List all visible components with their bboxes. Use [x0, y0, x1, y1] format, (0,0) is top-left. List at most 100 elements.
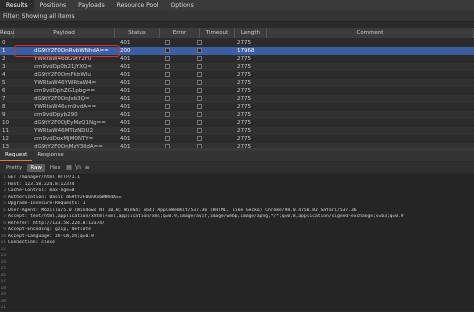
error-checkbox[interactable]: [165, 40, 170, 45]
table-row[interactable]: 6 cm9vdDphZG1pbg== 401 2775: [0, 87, 474, 95]
payload-cell: YWRtaW46cm9vdA==: [34, 104, 97, 110]
line-text: Referer: http://123.58.224.8:12374/: [8, 220, 105, 226]
error-checkbox[interactable]: [165, 120, 170, 125]
table-row[interactable]: 10 dG9tY2F0OjEyMzQ1Ng== 401 2775: [0, 119, 474, 127]
top-tab-bar: Results Positions Payloads Resource Pool Opt…: [0, 0, 474, 12]
error-checkbox[interactable]: [165, 88, 170, 93]
length-cell: 2775: [237, 128, 251, 134]
timeout-checkbox[interactable]: [197, 88, 202, 93]
line-text: User-Agent: Mozilla/5.0 (Windows NT 10.0…: [8, 207, 357, 213]
request-number: 2: [2, 56, 6, 62]
error-checkbox[interactable]: [165, 56, 170, 61]
request-number: 5: [2, 80, 6, 86]
request-editor[interactable]: 1 GET /manager/html HTTP/1.1 2 Host: 123.58…: [0, 174, 474, 311]
column-header-timeout[interactable]: Timeout: [200, 28, 235, 38]
table-row[interactable]: 8 YWRtaW46cm9vdA== 401 2775: [0, 103, 474, 111]
error-checkbox[interactable]: [165, 48, 170, 53]
length-cell: 2775: [237, 120, 251, 126]
column-header-payload[interactable]: Payload: [14, 28, 115, 38]
length-cell: 2775: [237, 40, 251, 46]
error-checkbox[interactable]: [165, 80, 170, 85]
line-text: GET /manager/html HTTP/1.1: [8, 175, 80, 180]
length-cell: 2775: [237, 136, 251, 142]
payload-cell: dG9tY2F0OnRvbWNhdA==: [34, 48, 109, 54]
column-header-request[interactable]: Request: [0, 28, 22, 38]
table-row[interactable]: 9 cm9vdDpyb290 401 2775: [0, 111, 474, 119]
payload-cell: YWRtaW46MTIzNDU2: [34, 128, 94, 134]
request-number: 6: [2, 88, 6, 94]
request-number: 10: [2, 120, 9, 126]
length-cell: 2775: [237, 104, 251, 110]
length-cell: 2775: [237, 72, 251, 78]
timeout-checkbox[interactable]: [197, 128, 202, 133]
table-row[interactable]: 2 YWRtaW46dG9tY2F0 401 2775: [0, 55, 474, 63]
render-icon[interactable]: ▤: [66, 164, 73, 171]
status-cell: 401: [120, 104, 131, 110]
view-hex-button[interactable]: Hex: [47, 164, 64, 172]
timeout-checkbox[interactable]: [197, 120, 202, 125]
view-raw-button[interactable]: Raw: [27, 163, 45, 172]
status-cell: 401: [120, 88, 131, 94]
error-checkbox[interactable]: [165, 96, 170, 101]
timeout-checkbox[interactable]: [197, 112, 202, 117]
payload-cell: YWRtaW46dG9tY2F0: [34, 56, 92, 62]
tab-request[interactable]: Request: [0, 151, 33, 161]
length-cell: 2775: [237, 96, 251, 102]
table-row[interactable]: 12 cm9vdDoxMjM0NTY= 401 2775: [0, 135, 474, 143]
timeout-checkbox[interactable]: [197, 96, 202, 101]
error-checkbox[interactable]: [165, 112, 170, 117]
timeout-checkbox[interactable]: [197, 72, 202, 77]
tab-response[interactable]: Response: [32, 151, 68, 161]
payload-cell: cm9vdDoxMjM0NTY=: [34, 136, 94, 142]
filter-bar[interactable]: Filter: Showing all items: [0, 11, 474, 22]
length-cell: 17968: [237, 48, 255, 54]
tab-payloads[interactable]: Payloads: [72, 0, 111, 11]
length-cell: 2775: [237, 88, 251, 94]
status-cell: 401: [120, 72, 131, 78]
newline-icon[interactable]: \n: [75, 164, 82, 171]
error-checkbox[interactable]: [165, 64, 170, 69]
length-cell: 2775: [237, 112, 251, 118]
column-header-error[interactable]: Error: [160, 28, 200, 38]
tab-resource-pool[interactable]: Resource Pool: [111, 0, 165, 11]
request-number: 3: [2, 64, 6, 70]
timeout-checkbox[interactable]: [197, 40, 202, 45]
timeout-checkbox[interactable]: [197, 64, 202, 69]
line-text: Cache-Control: max-age=0: [8, 188, 75, 193]
table-row[interactable]: 4 dG9tY2F0OmFkbWlu 401 2775: [0, 71, 474, 79]
payload-cell: cm9vdDp0b21jYXQ=: [34, 64, 92, 70]
timeout-checkbox[interactable]: [197, 80, 202, 85]
line-text: Connection: close: [8, 240, 56, 245]
table-row[interactable]: 5 YWRtaW46YWRtaW4= 401 2775: [0, 79, 474, 87]
payload-cell: cm9vdDpyb290: [34, 112, 78, 118]
request-number: 1: [2, 48, 6, 54]
error-checkbox[interactable]: [165, 136, 170, 141]
status-cell: 401: [120, 64, 131, 70]
column-header-comment[interactable]: Comment: [267, 28, 474, 38]
request-number: 11: [2, 128, 9, 134]
timeout-checkbox[interactable]: [197, 104, 202, 109]
table-row[interactable]: 0 401 2775: [0, 39, 474, 47]
error-checkbox[interactable]: [165, 128, 170, 133]
timeout-checkbox[interactable]: [197, 56, 202, 61]
table-row[interactable]: 11 YWRtaW46MTIzNDU2 401 2775: [0, 127, 474, 135]
menu-icon[interactable]: ≡: [84, 164, 91, 171]
status-cell: 401: [120, 80, 131, 86]
payload-cell: dG9tY2F0OjEyMzQ1Ng==: [34, 120, 106, 126]
error-checkbox[interactable]: [165, 104, 170, 109]
tab-options[interactable]: Options: [165, 0, 200, 11]
status-cell: 401: [120, 136, 131, 142]
error-checkbox[interactable]: [165, 72, 170, 77]
request-number: 7: [2, 96, 6, 102]
tab-positions[interactable]: Positions: [34, 0, 73, 11]
payload-cell: dG9tY2F0OnJvb3Q=: [34, 96, 90, 102]
payload-cell: YWRtaW46YWRtaW4=: [34, 80, 97, 86]
table-row[interactable]: 3 cm9vdDp0b21jYXQ= 401 2775: [0, 63, 474, 71]
table-row[interactable]: 1 dG9tY2F0OnRvbWNhdA== 200 17968: [0, 47, 474, 55]
column-header-length[interactable]: Length: [235, 28, 267, 38]
timeout-checkbox[interactable]: [197, 48, 202, 53]
column-header-status[interactable]: Status: [115, 28, 160, 38]
timeout-checkbox[interactable]: [197, 136, 202, 141]
table-row[interactable]: 7 dG9tY2F0OnJvb3Q= 401 2775: [0, 95, 474, 103]
view-pretty-button[interactable]: Pretty: [3, 164, 25, 172]
